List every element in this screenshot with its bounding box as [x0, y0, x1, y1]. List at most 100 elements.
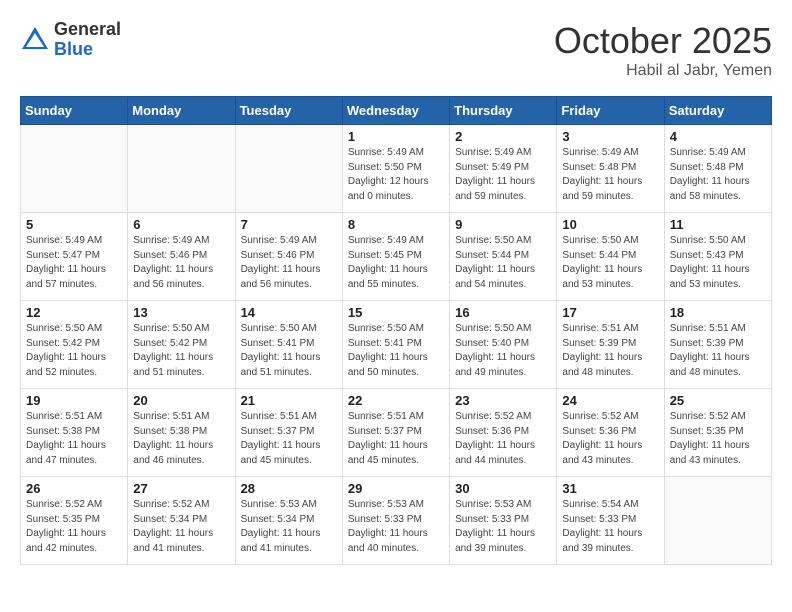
day-info: Sunrise: 5:49 AMSunset: 5:46 PMDaylight:…	[133, 234, 229, 292]
calendar-cell: 5 Sunrise: 5:49 AMSunset: 5:47 PMDaylight…	[21, 213, 128, 301]
day-number: 24	[562, 393, 658, 408]
logo-general-text: General	[54, 20, 121, 40]
calendar-cell: 12 Sunrise: 5:50 AMSunset: 5:42 PMDayligh…	[21, 301, 128, 389]
calendar-week-row: 26 Sunrise: 5:52 AMSunset: 5:35 PMDayligh…	[21, 477, 772, 565]
day-info: Sunrise: 5:52 AMSunset: 5:35 PMDaylight:…	[26, 498, 122, 556]
day-info: Sunrise: 5:50 AMSunset: 5:40 PMDaylight:…	[455, 322, 551, 380]
day-info: Sunrise: 5:53 AMSunset: 5:33 PMDaylight:…	[455, 498, 551, 556]
day-number: 15	[348, 305, 444, 320]
weekday-header-wednesday: Wednesday	[342, 97, 449, 125]
day-number: 2	[455, 129, 551, 144]
day-number: 12	[26, 305, 122, 320]
day-number: 5	[26, 217, 122, 232]
calendar-cell	[21, 125, 128, 213]
day-info: Sunrise: 5:53 AMSunset: 5:34 PMDaylight:…	[241, 498, 337, 556]
calendar-cell: 8Sunrise: 5:49 AMSunset: 5:45 PMDaylight…	[342, 213, 449, 301]
day-number: 26	[26, 481, 122, 496]
calendar-cell: 7 Sunrise: 5:49 AMSunset: 5:46 PMDaylight…	[235, 213, 342, 301]
calendar-cell: 3 Sunrise: 5:49 AMSunset: 5:48 PMDaylight…	[557, 125, 664, 213]
day-info: Sunrise: 5:52 AMSunset: 5:35 PMDaylight:…	[670, 410, 766, 468]
weekday-header-row: SundayMondayTuesdayWednesdayThursdayFrid…	[21, 97, 772, 125]
day-number: 18	[670, 305, 766, 320]
calendar-cell: 30 Sunrise: 5:53 AMSunset: 5:33 PMDayligh…	[450, 477, 557, 565]
calendar-cell: 14 Sunrise: 5:50 AMSunset: 5:41 PMDayligh…	[235, 301, 342, 389]
day-info: Sunrise: 5:52 AMSunset: 5:34 PMDaylight:…	[133, 498, 229, 556]
calendar-cell	[664, 477, 771, 565]
day-info: Sunrise: 5:50 AMSunset: 5:43 PMDaylight:…	[670, 234, 766, 292]
day-number: 14	[241, 305, 337, 320]
weekday-header-monday: Monday	[128, 97, 235, 125]
day-number: 30	[455, 481, 551, 496]
day-info: Sunrise: 5:51 AMSunset: 5:37 PMDaylight:…	[348, 410, 444, 468]
day-info: Sunrise: 5:49 AMSunset: 5:47 PMDaylight:…	[26, 234, 122, 292]
calendar-cell: 2Sunrise: 5:49 AMSunset: 5:49 PMDaylight…	[450, 125, 557, 213]
day-info: Sunrise: 5:50 AMSunset: 5:42 PMDaylight:…	[26, 322, 122, 380]
calendar-cell: 27 Sunrise: 5:52 AMSunset: 5:34 PMDayligh…	[128, 477, 235, 565]
day-number: 21	[241, 393, 337, 408]
day-info: Sunrise: 5:54 AMSunset: 5:33 PMDaylight:…	[562, 498, 658, 556]
day-number: 4	[670, 129, 766, 144]
calendar-cell: 31 Sunrise: 5:54 AMSunset: 5:33 PMDayligh…	[557, 477, 664, 565]
day-number: 28	[241, 481, 337, 496]
day-info: Sunrise: 5:51 AMSunset: 5:38 PMDaylight:…	[133, 410, 229, 468]
calendar-cell: 29 Sunrise: 5:53 AMSunset: 5:33 PMDayligh…	[342, 477, 449, 565]
day-info: Sunrise: 5:49 AMSunset: 5:48 PMDaylight:…	[562, 146, 658, 204]
calendar-week-row: 19 Sunrise: 5:51 AMSunset: 5:38 PMDayligh…	[21, 389, 772, 477]
calendar-cell: 24 Sunrise: 5:52 AMSunset: 5:36 PMDayligh…	[557, 389, 664, 477]
day-number: 9	[455, 217, 551, 232]
calendar-cell: 17 Sunrise: 5:51 AMSunset: 5:39 PMDayligh…	[557, 301, 664, 389]
day-number: 19	[26, 393, 122, 408]
calendar-cell: 4Sunrise: 5:49 AMSunset: 5:48 PMDaylight…	[664, 125, 771, 213]
day-number: 27	[133, 481, 229, 496]
calendar-cell: 28 Sunrise: 5:53 AMSunset: 5:34 PMDayligh…	[235, 477, 342, 565]
month-title: October 2025	[554, 20, 772, 62]
calendar-week-row: 5 Sunrise: 5:49 AMSunset: 5:47 PMDaylight…	[21, 213, 772, 301]
title-block: October 2025 Habil al Jabr, Yemen	[554, 20, 772, 80]
day-info: Sunrise: 5:51 AMSunset: 5:37 PMDaylight:…	[241, 410, 337, 468]
calendar-cell: 20Sunrise: 5:51 AMSunset: 5:38 PMDayligh…	[128, 389, 235, 477]
calendar-cell: 19 Sunrise: 5:51 AMSunset: 5:38 PMDayligh…	[21, 389, 128, 477]
day-number: 11	[670, 217, 766, 232]
weekday-header-tuesday: Tuesday	[235, 97, 342, 125]
calendar-cell: 21 Sunrise: 5:51 AMSunset: 5:37 PMDayligh…	[235, 389, 342, 477]
calendar-cell	[128, 125, 235, 213]
calendar-cell: 25 Sunrise: 5:52 AMSunset: 5:35 PMDayligh…	[664, 389, 771, 477]
calendar-cell: 1Sunrise: 5:49 AMSunset: 5:50 PMDaylight…	[342, 125, 449, 213]
calendar-cell: 11 Sunrise: 5:50 AMSunset: 5:43 PMDayligh…	[664, 213, 771, 301]
logo-text: General Blue	[54, 20, 121, 60]
day-info: Sunrise: 5:53 AMSunset: 5:33 PMDaylight:…	[348, 498, 444, 556]
day-number: 7	[241, 217, 337, 232]
day-number: 16	[455, 305, 551, 320]
day-number: 8	[348, 217, 444, 232]
calendar-cell: 9 Sunrise: 5:50 AMSunset: 5:44 PMDaylight…	[450, 213, 557, 301]
day-number: 13	[133, 305, 229, 320]
day-number: 1	[348, 129, 444, 144]
calendar-cell: 6Sunrise: 5:49 AMSunset: 5:46 PMDaylight…	[128, 213, 235, 301]
calendar-cell: 13Sunrise: 5:50 AMSunset: 5:42 PMDayligh…	[128, 301, 235, 389]
calendar-cell: 26 Sunrise: 5:52 AMSunset: 5:35 PMDayligh…	[21, 477, 128, 565]
day-number: 29	[348, 481, 444, 496]
day-info: Sunrise: 5:51 AMSunset: 5:39 PMDaylight:…	[670, 322, 766, 380]
calendar-cell: 18 Sunrise: 5:51 AMSunset: 5:39 PMDayligh…	[664, 301, 771, 389]
day-info: Sunrise: 5:51 AMSunset: 5:38 PMDaylight:…	[26, 410, 122, 468]
day-info: Sunrise: 5:50 AMSunset: 5:44 PMDaylight:…	[455, 234, 551, 292]
calendar-table: SundayMondayTuesdayWednesdayThursdayFrid…	[20, 96, 772, 565]
day-number: 31	[562, 481, 658, 496]
day-number: 25	[670, 393, 766, 408]
logo: General Blue	[20, 20, 121, 60]
day-info: Sunrise: 5:50 AMSunset: 5:41 PMDaylight:…	[241, 322, 337, 380]
calendar-cell: 23Sunrise: 5:52 AMSunset: 5:36 PMDayligh…	[450, 389, 557, 477]
calendar-cell: 22Sunrise: 5:51 AMSunset: 5:37 PMDayligh…	[342, 389, 449, 477]
day-number: 3	[562, 129, 658, 144]
calendar-cell: 15Sunrise: 5:50 AMSunset: 5:41 PMDayligh…	[342, 301, 449, 389]
day-number: 17	[562, 305, 658, 320]
day-info: Sunrise: 5:51 AMSunset: 5:39 PMDaylight:…	[562, 322, 658, 380]
location: Habil al Jabr, Yemen	[554, 62, 772, 80]
weekday-header-saturday: Saturday	[664, 97, 771, 125]
calendar-cell: 16 Sunrise: 5:50 AMSunset: 5:40 PMDayligh…	[450, 301, 557, 389]
calendar-week-row: 1Sunrise: 5:49 AMSunset: 5:50 PMDaylight…	[21, 125, 772, 213]
weekday-header-sunday: Sunday	[21, 97, 128, 125]
day-info: Sunrise: 5:52 AMSunset: 5:36 PMDaylight:…	[562, 410, 658, 468]
day-info: Sunrise: 5:49 AMSunset: 5:46 PMDaylight:…	[241, 234, 337, 292]
day-info: Sunrise: 5:50 AMSunset: 5:44 PMDaylight:…	[562, 234, 658, 292]
